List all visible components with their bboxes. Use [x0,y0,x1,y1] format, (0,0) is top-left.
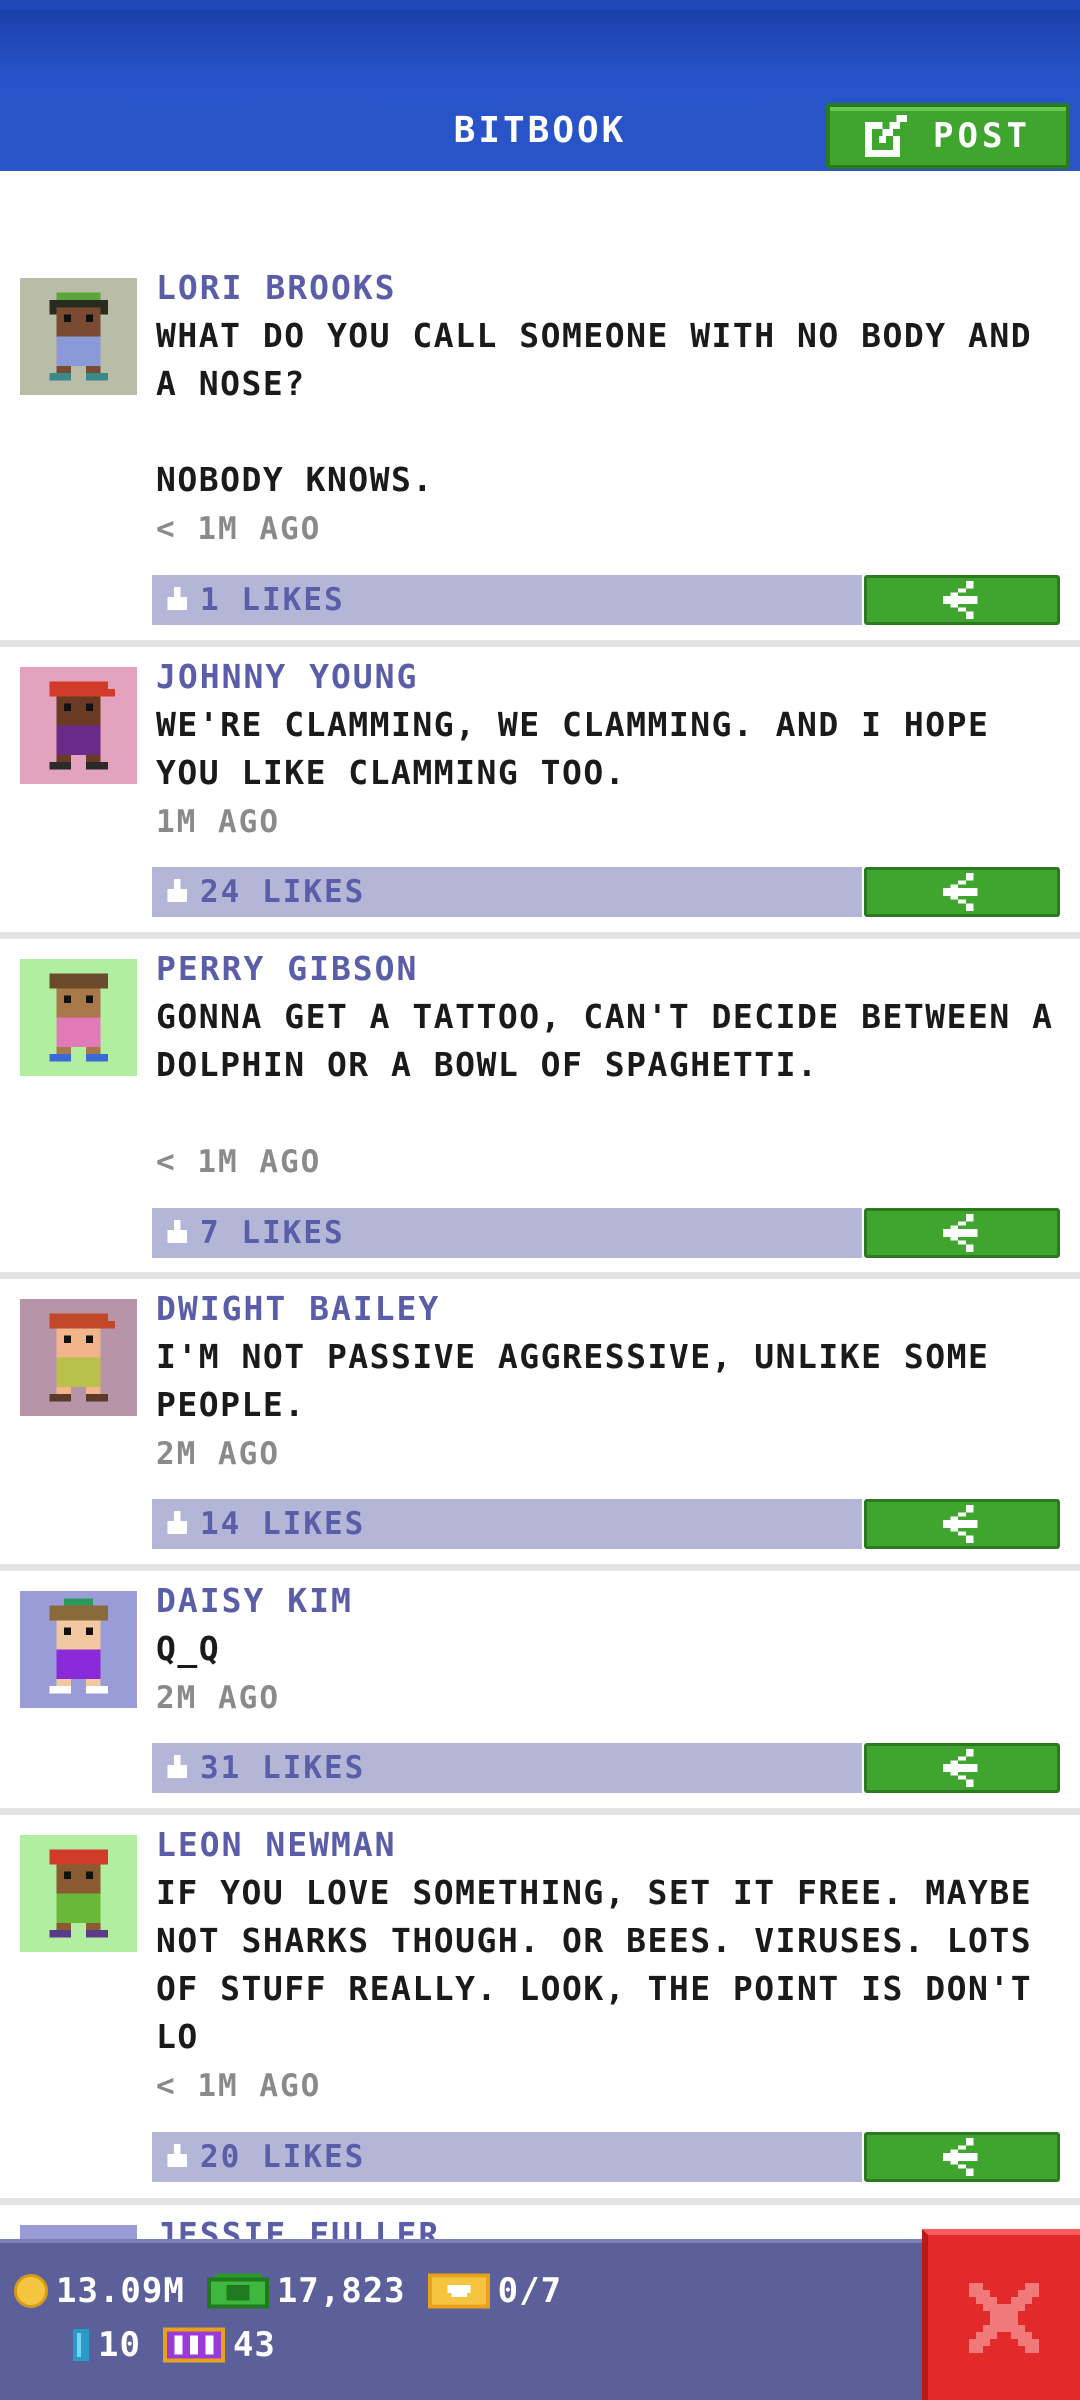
bux-count: 17,823 [276,2271,406,2311]
avatar[interactable] [20,2225,137,2239]
post-text: Q_Q [156,1629,221,1668]
post-time: < 1M AGO [156,511,322,547]
ticket-icon [427,2273,490,2309]
share-button[interactable] [864,867,1060,917]
elevator-cell-icon [73,2329,89,2361]
post-author[interactable]: LEON NEWMAN [156,1825,397,1864]
currency-hud: 13.09M 17,823 0/7 10 43 [0,2239,1080,2400]
share-button[interactable] [864,1743,1060,1793]
bux-icon [206,2273,269,2309]
avatar[interactable] [20,959,137,1076]
avatar[interactable] [20,1299,137,1416]
like-button[interactable]: 7 LIKES [152,1208,862,1258]
share-icon [942,872,978,912]
coin-icon [14,2274,48,2308]
post-time: 1M AGO [156,804,280,840]
share-button[interactable] [864,575,1060,625]
like-count: 1 LIKES [200,582,345,618]
share-icon [942,1213,978,1253]
post-time: 2M AGO [156,1436,280,1472]
post-author[interactable]: JESSIE FULLER [156,2215,440,2239]
coin-count: 13.09M [56,2271,185,2311]
divider [0,932,1080,939]
post-author[interactable]: PERRY GIBSON [156,949,418,988]
post-time: < 1M AGO [156,2068,322,2104]
post-text: IF YOU LOVE SOMETHING, SET IT FREE. MAYB… [156,1873,1054,2056]
cell-count: 10 [98,2325,141,2365]
thumbs-up-icon [167,1220,187,1243]
post-author[interactable]: JOHNNY YOUNG [156,657,418,696]
avatar[interactable] [20,278,137,395]
share-button[interactable] [864,1499,1060,1549]
post-text: I'M NOT PASSIVE AGGRESSIVE, UNLIKE SOME … [156,1337,1011,1424]
app-header: BITBOOK POST [0,0,1080,171]
close-button[interactable] [922,2229,1080,2400]
feed-list[interactable]: LORI BROOKS WHAT DO YOU CALL SOMEONE WIT… [0,171,1080,2239]
share-icon [942,580,978,620]
share-button[interactable] [864,1208,1060,1258]
like-button[interactable]: 31 LIKES [152,1743,862,1793]
share-icon [942,1748,978,1788]
like-button[interactable]: 24 LIKES [152,867,862,917]
divider [0,2198,1080,2205]
like-count: 7 LIKES [200,1215,345,1251]
like-button[interactable]: 1 LIKES [152,575,862,625]
close-icon [969,2282,1039,2353]
like-button[interactable]: 14 LIKES [152,1499,862,1549]
divider [0,1564,1080,1571]
post-button-label: POST [933,116,1031,156]
share-icon [942,2137,978,2177]
like-count: 24 LIKES [200,874,366,910]
post-text: GONNA GET A TATTOO, CAN'T DECIDE BETWEEN… [156,997,1075,1084]
currency-row-top: 13.09M 17,823 0/7 [14,2271,562,2311]
vip-icon [162,2327,225,2363]
divider [0,1808,1080,1815]
post-author[interactable]: DAISY KIM [156,1581,353,1620]
like-count: 31 LIKES [200,1750,366,1786]
avatar[interactable] [20,667,137,784]
share-icon [942,1504,978,1544]
post-button[interactable]: POST [826,103,1070,169]
thumbs-up-icon [167,879,187,902]
post-text: WE'RE CLAMMING, WE CLAMMING. AND I HOPE … [156,705,1011,792]
post-text: WHAT DO YOU CALL SOMEONE WITH NO BODY AN… [156,316,1033,499]
avatar[interactable] [20,1835,137,1952]
thumbs-up-icon [167,1755,187,1778]
post-time: 2M AGO [156,1680,280,1716]
share-button[interactable] [864,2132,1060,2182]
like-count: 14 LIKES [200,1506,366,1542]
post-author[interactable]: LORI BROOKS [156,268,397,307]
post-author[interactable]: DWIGHT BAILEY [156,1289,440,1328]
post-time: < 1M AGO [156,1144,322,1180]
thumbs-up-icon [167,2144,187,2167]
currency-row-bottom: 10 43 [72,2325,276,2365]
like-count: 20 LIKES [200,2139,366,2175]
avatar[interactable] [20,1591,137,1708]
thumbs-up-icon [167,1511,187,1534]
thumbs-up-icon [167,587,187,610]
divider [0,640,1080,647]
ticket-count: 0/7 [497,2271,563,2311]
vip-count: 43 [232,2325,276,2365]
compose-icon [865,115,908,157]
divider [0,1272,1080,1279]
like-button[interactable]: 20 LIKES [152,2132,862,2182]
